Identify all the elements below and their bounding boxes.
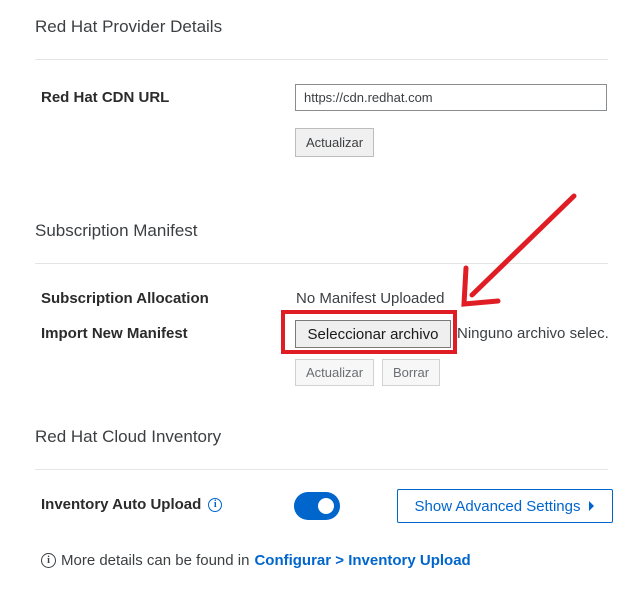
- annotation-highlight-box: [281, 310, 457, 354]
- show-advanced-settings-button[interactable]: Show Advanced Settings: [397, 489, 613, 523]
- manifest-section-title: Subscription Manifest: [35, 221, 198, 240]
- provider-divider: [35, 59, 608, 60]
- advanced-settings-label: Show Advanced Settings: [414, 497, 581, 515]
- caret-right-icon: [589, 501, 595, 511]
- auto-upload-toggle[interactable]: [294, 492, 340, 520]
- inventory-section-title: Red Hat Cloud Inventory: [35, 427, 222, 446]
- import-manifest-label: Import New Manifest: [41, 325, 188, 342]
- info-circle-icon: i: [41, 553, 56, 568]
- cdn-url-label: Red Hat CDN URL: [41, 89, 170, 106]
- info-icon[interactable]: i: [208, 497, 223, 512]
- provider-update-button[interactable]: Actualizar: [295, 128, 374, 157]
- cdn-url-input[interactable]: [295, 84, 607, 111]
- auto-upload-row: Inventory Auto Upload i: [41, 496, 223, 513]
- details-row: i More details can be found in Configura…: [41, 552, 471, 569]
- manifest-delete-button[interactable]: Borrar: [382, 359, 440, 386]
- subscription-allocation-value: No Manifest Uploaded: [296, 290, 445, 307]
- inventory-divider: [35, 469, 608, 470]
- provider-section-title: Red Hat Provider Details: [35, 17, 223, 36]
- manifest-update-button[interactable]: Actualizar: [295, 359, 374, 386]
- auto-upload-label: Inventory Auto Upload: [41, 496, 202, 513]
- annotation-arrow-icon: [461, 193, 577, 307]
- no-file-selected-text: Ninguno archivo selec.: [457, 325, 609, 342]
- details-text: More details can be found in: [61, 552, 250, 569]
- subscription-allocation-label: Subscription Allocation: [41, 290, 209, 307]
- inventory-upload-link[interactable]: Configurar > Inventory Upload: [254, 552, 470, 569]
- toggle-knob: [318, 498, 334, 514]
